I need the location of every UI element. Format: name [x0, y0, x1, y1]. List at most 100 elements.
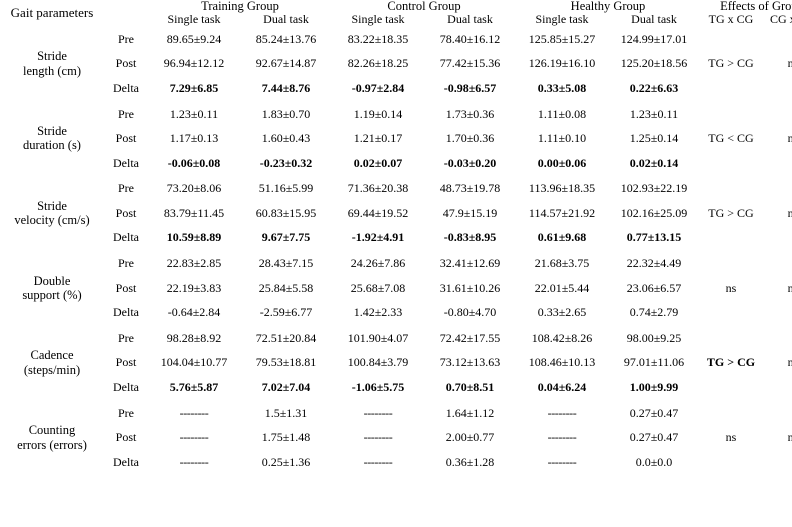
cell-value: 72.42±17.55	[439, 330, 501, 345]
cell-value: 1.5±1.31	[264, 405, 308, 420]
header-sub-effect-cg-hg: CG x HG	[769, 12, 792, 27]
cell-value: 114.57±21.92	[528, 205, 596, 220]
effect-blank	[762, 400, 792, 426]
parameter-label-line2: velocity (cm/s)	[14, 213, 90, 228]
cell-value: 1.00±9.99	[629, 380, 679, 395]
effect-blank	[762, 250, 792, 276]
cell-value: 22.19±3.83	[166, 280, 222, 295]
cell-value: -0.23±0.32	[259, 155, 313, 170]
header-sub-training-single: Single task	[167, 12, 221, 27]
cell-value: 72.51±20.84	[255, 330, 317, 345]
parameter-label-line2: duration (s)	[23, 138, 81, 153]
cell-value: 7.29±6.85	[169, 80, 219, 95]
table-row: Post 22.19±3.83 25.84±5.58 25.68±7.08 31.61±…	[0, 276, 792, 301]
cell-value: -1.06±5.75	[351, 380, 405, 395]
parameter-label-line2: errors (errors)	[17, 437, 87, 452]
table-row: Post -------- 1.75±1.48 -------- 2.00±0.77 --…	[0, 425, 792, 450]
timepoint-label-delta: Delta	[113, 80, 139, 95]
cell-value: 60.83±15.95	[255, 205, 317, 220]
cell-value: 1.11±0.08	[537, 106, 587, 121]
cell-value: 0.02±0.14	[629, 155, 679, 170]
parameter-label: Stride length (cm)	[0, 26, 104, 101]
effect-tg-cg: TG < CG	[708, 131, 754, 146]
effect-blank	[762, 26, 792, 52]
effect-blank	[700, 225, 762, 250]
table-header: Gait parameters Training Group Control G…	[0, 0, 792, 26]
cell-value: -0.97±2.84	[351, 80, 405, 95]
cell-value: --------	[363, 430, 393, 445]
cell-value: -0.80±4.70	[443, 305, 497, 320]
effect-tg-cg: ns	[725, 430, 737, 445]
cell-value: 82.26±18.25	[347, 56, 409, 71]
table-row: Counting errors (errors) Pre -------- 1.5±1.…	[0, 400, 792, 451]
cell-value: -0.98±6.57	[443, 80, 497, 95]
table-row: Stride velocity (cm/s) Pre 73.20±8.06 51.16±…	[0, 175, 792, 227]
cell-value: 73.12±13.63	[439, 355, 501, 370]
cell-value: 71.36±20.38	[347, 181, 409, 196]
cell-value: --------	[179, 405, 209, 420]
parameter-label-line1: Cadence	[30, 348, 74, 363]
cell-value: 1.11±0.10	[537, 131, 587, 146]
cell-value: --------	[547, 430, 577, 445]
cell-value: 1.25±0.14	[629, 131, 679, 146]
cell-value: 101.90±4.07	[347, 330, 409, 345]
timepoint-label-pre: Pre	[118, 181, 134, 196]
timepoint-label-pre: Pre	[118, 106, 134, 121]
cell-value: 21.68±3.75	[534, 256, 590, 271]
cell-value: 83.22±18.35	[347, 31, 409, 46]
timepoint-label-post: Post	[115, 280, 137, 295]
cell-value: 1.73±0.36	[445, 106, 495, 121]
effect-blank	[700, 76, 762, 101]
cell-value: 32.41±12.69	[439, 256, 501, 271]
cell-value: 47.9±15.19	[442, 205, 498, 220]
effect-blank	[700, 26, 762, 52]
table-row: Delta -0.64±2.84 -2.59±6.77 1.42±2.33 -0.80±…	[0, 300, 792, 325]
header-timepoint-spacer	[104, 0, 148, 26]
cell-value: 113.96±18.35	[528, 181, 596, 196]
timepoint-label-delta: Delta	[113, 155, 139, 170]
header-sub-control-single: Single task	[351, 12, 405, 27]
effect-blank	[700, 325, 762, 351]
cell-value: 98.00±9.25	[626, 330, 682, 345]
effect-blank	[762, 375, 792, 400]
cell-value: -0.83±8.95	[443, 230, 497, 245]
cell-value: 1.83±0.70	[261, 106, 311, 121]
timepoint-label-post: Post	[115, 205, 137, 220]
cell-value: 97.01±11.06	[623, 355, 685, 370]
effect-tg-cg: TG > CG	[708, 205, 754, 220]
header-sub-effect-tg-cg: TG x CG	[708, 12, 754, 27]
cell-value: 0.27±0.47	[629, 405, 679, 420]
timepoint-label-delta: Delta	[113, 380, 139, 395]
effect-blank	[700, 175, 762, 201]
cell-value: 98.28±8.92	[166, 330, 222, 345]
cell-value: --------	[547, 405, 577, 420]
cell-value: 102.16±25.09	[620, 205, 688, 220]
parameter-label-line1: Counting	[28, 423, 76, 438]
effect-blank	[700, 300, 762, 325]
cell-value: 104.04±10.77	[160, 355, 228, 370]
table-row: Delta 5.76±5.87 7.02±7.04 -1.06±5.75 0.70±8.…	[0, 375, 792, 400]
effect-blank	[700, 450, 762, 475]
header-sub-control-dual: Dual task	[447, 12, 493, 27]
effect-blank	[700, 250, 762, 276]
cell-value: 69.44±19.52	[347, 205, 409, 220]
cell-value: 126.19±16.10	[528, 56, 596, 71]
cell-value: 1.75±1.48	[261, 430, 311, 445]
cell-value: 28.43±7.15	[258, 256, 314, 271]
parameter-label-line1: Stride	[37, 49, 67, 64]
cell-value: 0.0±0.0	[635, 454, 673, 469]
timepoint-label-post: Post	[115, 131, 137, 146]
header-gait-parameters: Gait parameters	[10, 5, 94, 21]
effect-blank	[762, 325, 792, 351]
cell-value: 48.73±19.78	[439, 181, 501, 196]
cell-value: 9.67±7.75	[261, 230, 311, 245]
table-container: Gait parameters Training Group Control G…	[0, 0, 792, 527]
cell-value: 22.32±4.49	[626, 256, 682, 271]
table-row: Stride length (cm) Pre 89.65±9.24 85.24±13.7…	[0, 26, 792, 78]
effect-cg-hg: ns	[787, 280, 792, 295]
cell-value: 25.84±5.58	[258, 280, 314, 295]
cell-value: 0.33±2.65	[537, 305, 587, 320]
timepoint-label-post: Post	[115, 56, 137, 71]
cell-value: 7.44±8.76	[261, 80, 311, 95]
cell-value: 1.19±0.14	[353, 106, 403, 121]
